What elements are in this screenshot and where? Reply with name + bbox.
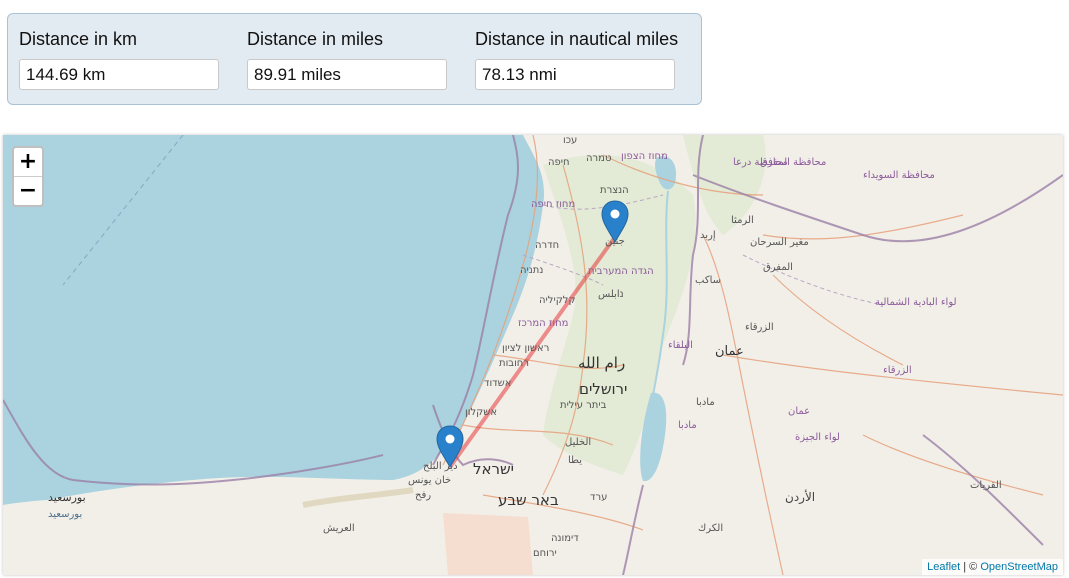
- label-nablus: נابلس: [598, 289, 624, 300]
- label-rehovot: רחובות: [499, 358, 529, 369]
- label-beersheba: באר שבע: [498, 491, 559, 509]
- label-ramallah: رام الله: [578, 354, 626, 372]
- label-dimona: דימונה: [551, 533, 579, 544]
- zoom-control: + −: [12, 146, 44, 207]
- km-label: Distance in km: [19, 29, 138, 49]
- label-mafraq-gov: محافظة المفرق: [760, 157, 827, 168]
- label-khan-younis: خان يونس: [408, 475, 452, 486]
- leaflet-link[interactable]: Leaflet: [927, 561, 960, 573]
- label-rishon: ראשון לציון: [502, 343, 550, 354]
- label-hebron: الخليل: [565, 437, 592, 448]
- label-hadera: חדרה: [535, 240, 560, 251]
- km-field-group: Distance in km: [19, 28, 219, 90]
- label-badia: لواء البادية الشمالية: [875, 297, 957, 308]
- label-karak: الكرك: [698, 523, 724, 534]
- miles-input[interactable]: [247, 59, 447, 90]
- label-sakib: ساكب: [695, 275, 722, 286]
- maritime-boundary: [62, 135, 184, 286]
- km-input[interactable]: [19, 59, 219, 90]
- label-rafah: رفح: [415, 490, 432, 501]
- label-ramtha: الرمثا: [731, 215, 754, 226]
- zoom-in-button[interactable]: +: [14, 148, 42, 177]
- miles-field-group: Distance in miles: [247, 28, 447, 90]
- nmi-input[interactable]: [475, 59, 675, 90]
- label-zarqa: الزرقاء: [745, 322, 774, 333]
- label-amman: عمان: [715, 344, 744, 359]
- label-ashdod: אשדוד: [484, 378, 512, 389]
- label-port-said: بورسعيد: [48, 491, 86, 504]
- label-yeruham: ירוחם: [533, 548, 557, 559]
- label-central-district: מחוז המרכז: [518, 318, 569, 329]
- label-zarqa-2: الزرقاء: [883, 365, 912, 376]
- label-mafraq: المفرق: [763, 262, 793, 273]
- label-jerusalem: ירושלים: [579, 380, 628, 398]
- label-haifa: חיפה: [548, 157, 570, 168]
- label-madaba: مادبا: [696, 397, 715, 408]
- label-madaba-2: مادبا: [678, 420, 697, 431]
- osm-link[interactable]: OpenStreetMap: [980, 561, 1058, 573]
- label-north-district: מחוז הצפון: [621, 151, 668, 162]
- label-qurayyat: القريات: [970, 480, 1002, 491]
- label-jiza: لواء الجيزة: [795, 432, 840, 443]
- distance-panel: Distance in km Distance in miles Distanc…: [7, 13, 702, 105]
- label-beitar: ביתר עילית: [560, 400, 607, 411]
- label-haifa-district: מחוז חיפה: [531, 199, 576, 210]
- label-balqa: البلقاء: [668, 340, 693, 351]
- attribution: Leaflet | © OpenStreetMap: [922, 559, 1063, 575]
- label-irbid: إربد: [700, 230, 716, 241]
- label-israel: ישראל: [473, 460, 515, 478]
- label-tamra: טמרה: [586, 153, 612, 164]
- label-arish: العريش: [323, 523, 355, 534]
- label-akko: עכו: [563, 135, 578, 146]
- label-qalqilya: קלקיליה: [539, 295, 576, 306]
- zoom-out-button[interactable]: −: [14, 177, 42, 205]
- label-mughayyir: مغير السرحان: [750, 237, 809, 248]
- attribution-separator: | ©: [960, 561, 981, 573]
- label-amman-2: عمان: [788, 406, 811, 417]
- label-port-said-2: بورسعيد: [48, 509, 83, 520]
- label-suwayda-gov: محافظة السويداء: [863, 170, 935, 181]
- label-netanya: נתניה: [520, 265, 544, 276]
- label-west-bank: הגדה המערבית: [588, 266, 654, 277]
- label-nazareth: הנצרת: [600, 185, 629, 196]
- label-arad: ערד: [590, 492, 608, 503]
- miles-label: Distance in miles: [247, 29, 384, 49]
- label-jenin: جنين: [605, 236, 625, 247]
- label-deir-balah: دير البلح: [423, 461, 458, 472]
- label-yatta: يطا: [568, 455, 583, 466]
- map[interactable]: עכו חיפה טמרה מחוז הצפון הנצרת מחוז חיפה…: [3, 135, 1063, 575]
- nmi-field-group: Distance in nautical miles: [475, 28, 679, 90]
- nmi-label: Distance in nautical miles: [475, 29, 679, 49]
- reserve-area: [443, 513, 533, 575]
- label-ashkelon: אשקלון: [465, 407, 497, 418]
- label-jordan: الأردن: [785, 490, 816, 504]
